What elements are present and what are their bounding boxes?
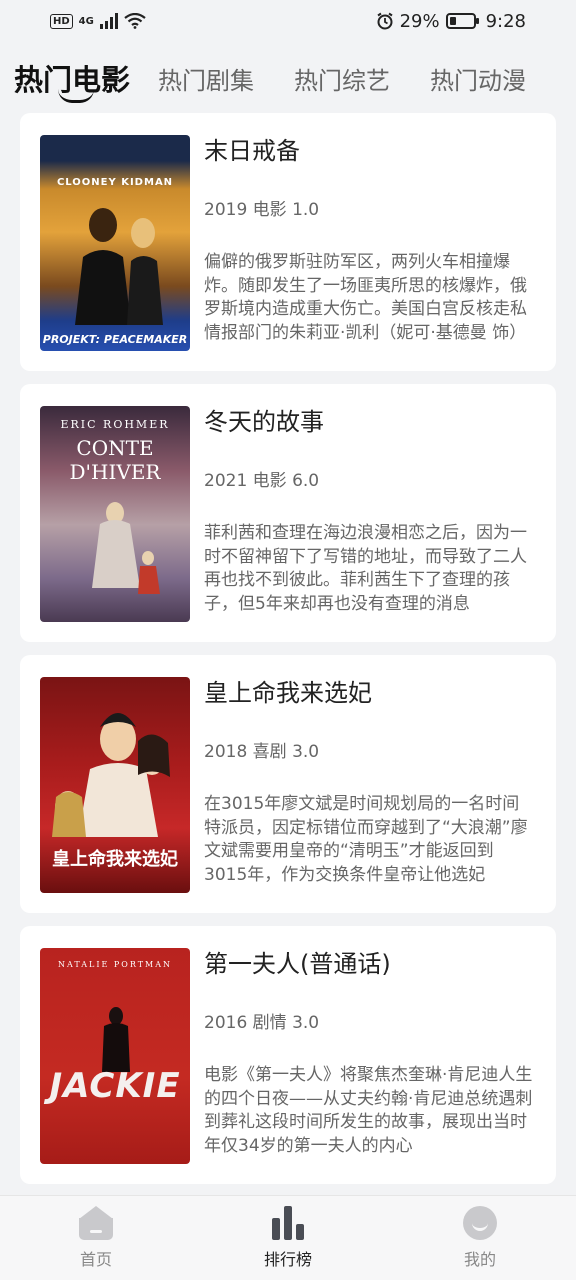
poster-figures (52, 713, 170, 837)
hd-badge: HD (50, 13, 73, 29)
poster-director-text: ERIC ROHMER (60, 418, 170, 431)
nav-label: 排行榜 (263, 1250, 312, 1269)
nav-home[interactable]: 首页 (36, 1206, 156, 1270)
movie-card[interactable]: NATALIE PORTMAN JACKIE 第一夫人(普通话) 2016 剧情… (20, 926, 556, 1184)
ranking-icon (271, 1206, 305, 1240)
movie-title: 冬天的故事 (204, 408, 324, 436)
movie-description: 菲利茜和查理在海边浪漫相恋之后，因为一时不留神留下了写错的地址，而导致了二人再也… (204, 523, 527, 614)
movie-meta: 2021 电影 6.0 (204, 471, 320, 491)
movie-title: 末日戒备 (204, 137, 300, 165)
nav-label: 我的 (463, 1250, 496, 1269)
tab-hot-variety[interactable]: 热门综艺 (294, 61, 390, 96)
network-type: 4G (78, 15, 94, 27)
signal-icon (99, 13, 118, 29)
alarm-icon (377, 12, 393, 30)
poster-figures (75, 208, 163, 325)
movie-info: 第一夫人(普通话) 2016 剧情 3.0 电影《第一夫人》将聚焦杰奎琳·肯尼迪… (204, 948, 536, 1164)
movie-meta: 2019 电影 1.0 (204, 200, 320, 220)
status-bar: HD 4G 29% 9:28 (0, 0, 576, 42)
movie-description: 电影《第一夫人》将聚焦杰奎琳·肯尼迪人生的四个日夜——从丈夫约翰·肯尼迪总统遇刺… (204, 1065, 533, 1156)
tab-hot-movies[interactable]: 热门电影 (14, 57, 130, 103)
movie-card[interactable]: 皇上命我来选妃 皇上命我来选妃 2018 喜剧 3.0 在3015年廖文斌是时间… (20, 655, 556, 913)
movie-poster: NATALIE PORTMAN JACKIE (40, 948, 190, 1164)
movie-card[interactable]: ERIC ROHMER CONTE D'HIVER 冬天的故事 2021 电影 … (20, 384, 556, 642)
movie-card[interactable]: CLOONEY KIDMAN PROJEKT: PEACEMAKER 末日戒备 … (20, 113, 556, 371)
movie-description: 偏僻的俄罗斯驻防军区，两列火车相撞爆炸。随即发生了一场匪夷所思的核爆炸，俄罗斯境… (204, 252, 527, 343)
movie-poster: ERIC ROHMER CONTE D'HIVER (40, 406, 190, 622)
movie-info: 冬天的故事 2021 电影 6.0 菲利茜和查理在海边浪漫相恋之后，因为一时不留… (204, 406, 536, 622)
category-tabs: 热门电影 热门剧集 热门综艺 热门动漫 (0, 50, 576, 106)
poster-figures (92, 502, 160, 594)
status-right: 29% 9:28 (376, 11, 526, 32)
movie-poster: CLOONEY KIDMAN PROJEKT: PEACEMAKER (40, 135, 190, 351)
movie-list: CLOONEY KIDMAN PROJEKT: PEACEMAKER 末日戒备 … (20, 113, 556, 1197)
movie-title: 皇上命我来选妃 (204, 679, 372, 707)
profile-icon (463, 1206, 497, 1240)
nav-label: 首页 (79, 1250, 112, 1269)
movie-meta: 2016 剧情 3.0 (204, 1013, 320, 1033)
tab-label: 热门剧集 (158, 66, 255, 95)
movie-description: 在3015年廖文斌是时间规划局的一名时间特派员，因定标错位而穿越到了“大浪潮”廖… (204, 794, 528, 885)
status-left: HD 4G (50, 13, 146, 29)
nav-profile[interactable]: 我的 (420, 1206, 540, 1270)
poster-title-text: 皇上命我来选妃 (52, 849, 178, 870)
poster-title-text: PROJEKT: PEACEMAKER (42, 333, 188, 346)
wifi-icon (124, 13, 146, 29)
clock: 9:28 (485, 10, 526, 32)
movie-info: 末日戒备 2019 电影 1.0 偏僻的俄罗斯驻防军区，两列火车相撞爆炸。随即发… (204, 135, 536, 351)
movie-title: 第一夫人(普通话) (204, 950, 391, 978)
tab-label: 热门动漫 (430, 66, 527, 95)
nav-ranking[interactable]: 排行榜 (228, 1206, 348, 1270)
poster-cast-text: CLOONEY KIDMAN (56, 177, 174, 188)
tab-label: 热门综艺 (294, 66, 391, 95)
active-tab-indicator (58, 89, 94, 103)
tab-hot-series[interactable]: 热门剧集 (158, 61, 254, 96)
tab-hot-anime[interactable]: 热门动漫 (430, 61, 526, 96)
bottom-nav: 首页 排行榜 我的 (0, 1195, 576, 1280)
movie-meta: 2018 喜剧 3.0 (204, 742, 320, 762)
poster-title-text: CONTE D'HIVER (69, 436, 161, 484)
movie-info: 皇上命我来选妃 2018 喜剧 3.0 在3015年廖文斌是时间规划局的一名时间… (204, 677, 536, 893)
battery-percent: 29% (399, 10, 440, 32)
poster-actor-text: NATALIE PORTMAN (58, 960, 172, 969)
poster-title-text: JACKIE (49, 1066, 181, 1106)
movie-poster: 皇上命我来选妃 (40, 677, 190, 893)
battery-icon (445, 13, 479, 29)
home-icon (79, 1206, 113, 1240)
